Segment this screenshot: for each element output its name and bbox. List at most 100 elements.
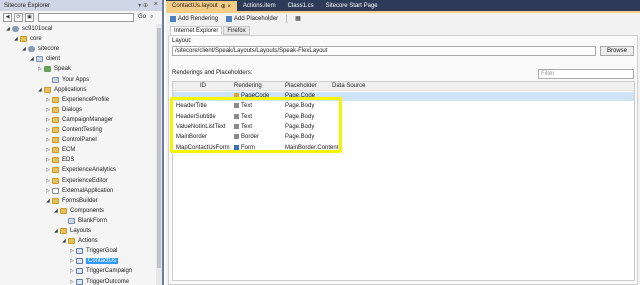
editor-tab[interactable]: ContactUs.layout ⊕ × <box>166 1 237 11</box>
editor-tab-label: Actions.item <box>242 3 276 9</box>
add-placeholder-label: Add Placeholder <box>234 15 279 22</box>
properties-icon[interactable]: ▦ <box>295 15 301 22</box>
tree-node-label: FormsBuilder <box>62 197 98 204</box>
tab-close-icon[interactable]: ⊕ × <box>221 3 231 10</box>
add-rendering-button[interactable]: Add Rendering <box>170 15 219 22</box>
tree-node[interactable]: ▷ CampaignManager <box>46 115 113 125</box>
tree-node-label: CampaignManager <box>62 116 114 123</box>
tree-node-label: client <box>46 56 61 63</box>
pin-icon[interactable]: ▾ ⊕ <box>138 2 148 9</box>
tree-node-label: EDS <box>62 157 75 164</box>
tree-node[interactable]: ▷ TriggerCampaign <box>70 266 132 276</box>
folder-icon <box>68 238 75 245</box>
tree-node-label: Your Apps <box>62 76 90 83</box>
tab-firefox[interactable]: Firefox <box>223 26 250 35</box>
tree-node[interactable]: ▷ ContactUs <box>70 256 119 266</box>
filter-input[interactable]: Filter <box>538 69 634 79</box>
tree-node[interactable]: ▷ ControlPanel <box>46 135 97 145</box>
tab-internet-explorer[interactable]: Internet Explorer <box>170 26 223 35</box>
tree-node[interactable]: ◢ sc9101ocal <box>6 24 52 34</box>
tree-node-label: Actions <box>78 238 98 245</box>
tree-node[interactable]: ▷ ECM <box>46 145 75 155</box>
tree-node[interactable]: ◢ client <box>30 54 60 64</box>
tree-node[interactable]: ◢ FormsBuilder <box>46 196 98 206</box>
folder-icon <box>52 127 59 133</box>
tree-node[interactable]: ▷ ExternalApplication <box>46 186 113 196</box>
tree-node-label: Applications <box>54 86 87 93</box>
tree-node[interactable]: Your Apps <box>46 75 89 85</box>
editor-tab[interactable]: Sitecore Start Page <box>320 1 384 11</box>
device-panel: Layout: /sitecore/client/Speak/Layouts/L… <box>168 35 638 285</box>
page-icon <box>76 278 83 285</box>
refresh-icon[interactable]: ⟳ <box>14 12 23 22</box>
path-input[interactable] <box>38 12 134 22</box>
tree-node-label: ExperienceAnalytics <box>62 167 117 174</box>
tree-node[interactable]: ▷ Dialogs <box>46 105 82 115</box>
tree-node[interactable]: ▷ TriggerOutcome <box>70 277 129 285</box>
folder-icon <box>52 116 59 123</box>
column-header-placeholder[interactable]: Placeholder <box>285 83 317 89</box>
tree-node[interactable]: ◢ Actions <box>62 236 98 246</box>
renderings-label: Renderings and Placeholders: <box>172 70 253 76</box>
tree-node-label: ExperienceProfile <box>62 96 110 103</box>
tree-node-label: ECM <box>62 147 76 154</box>
green-icon <box>44 66 51 73</box>
tree-node-label: TriggerGoal <box>86 248 118 255</box>
close-icon[interactable]: × <box>154 1 158 8</box>
tree-node-label: Speak <box>54 66 72 73</box>
folder-icon <box>52 167 59 174</box>
tree-node[interactable]: ▷ ContentTesting <box>46 125 102 135</box>
item-icon <box>36 56 43 63</box>
tree-node-label: Components <box>70 207 105 214</box>
tree-node-label: TriggerCampaign <box>86 268 133 275</box>
back-icon[interactable]: ◀ <box>3 12 12 22</box>
search-icon[interactable]: ⌕ <box>150 14 153 21</box>
tree-node-label: sc9101ocal <box>22 26 53 32</box>
collapse-icon[interactable]: ▣ <box>25 12 34 22</box>
tree-node[interactable]: BlankForm <box>62 216 107 226</box>
tree-node[interactable]: ▷ ExperienceProfile <box>46 95 109 105</box>
tree-node[interactable]: ▷ EDS <box>46 155 74 165</box>
editor-tab-label: Class1.cs <box>287 3 314 9</box>
column-header-data-source[interactable]: Data Source <box>332 83 365 89</box>
scrollbar-thumb[interactable] <box>157 28 161 268</box>
add-placeholder-button[interactable]: Add Placeholder <box>226 15 279 22</box>
folder-icon <box>60 228 67 234</box>
browse-button[interactable]: Browse <box>600 46 634 56</box>
folder-icon <box>60 207 67 214</box>
tree-node-label: BlankForm <box>78 217 108 224</box>
tree-node-label: ContactUs <box>86 258 119 265</box>
editor-toolbar: Add Rendering Add Placeholder ▦ <box>166 13 640 24</box>
tree-node[interactable]: ▷ Speak <box>38 64 71 74</box>
page-icon <box>76 268 83 275</box>
page-icon <box>76 248 83 255</box>
tree-node[interactable]: ◢ Components <box>54 206 104 216</box>
editor-tab[interactable]: Class1.cs <box>282 1 320 11</box>
tree-node[interactable]: ◢ core <box>14 34 42 44</box>
folder-icon <box>52 197 59 204</box>
tree-node[interactable]: ▷ TriggerGoal <box>70 246 117 256</box>
tree-node[interactable]: ◢ sitecore <box>22 44 59 54</box>
tree-node[interactable]: ▷ ExperienceEditor <box>46 176 108 186</box>
editor-tab[interactable]: Actions.item <box>237 1 282 11</box>
tree-node-label: Layouts <box>70 228 92 234</box>
layout-label: Layout: <box>172 38 192 44</box>
layout-path-input[interactable]: /sitecore/client/Speak/Layouts/Layouts/S… <box>172 46 596 56</box>
editor-tab-label: ContactUs.layout <box>172 3 218 9</box>
tree-node[interactable]: ◢ Applications <box>38 85 86 95</box>
tree-scrollbar[interactable] <box>156 24 162 285</box>
explorer-title-bar: Sitecore Explorer ▾ ⊕ × <box>0 0 162 11</box>
grid-header: ID Rendering Placeholder Data Source <box>173 82 634 91</box>
doc-icon <box>52 187 59 194</box>
go-button[interactable]: Go <box>138 14 146 20</box>
folder-icon <box>52 177 59 184</box>
column-header-id[interactable]: ID <box>200 83 206 89</box>
explorer-toolbar: ◀ ⟳ ▣ Go ⌕ <box>0 11 162 23</box>
editor-tab-label: Sitecore Start Page <box>325 3 378 9</box>
add-rendering-label: Add Rendering <box>178 15 219 22</box>
tree-node[interactable]: ◢ Layouts <box>54 226 91 236</box>
column-header-rendering[interactable]: Rendering <box>234 83 262 89</box>
tree-node[interactable]: ▷ ExperienceAnalytics <box>46 165 116 175</box>
editor-tab-bar: ContactUs.layout ⊕ × Actions.item Class1.cs… <box>166 0 640 11</box>
folder-icon <box>52 106 59 113</box>
